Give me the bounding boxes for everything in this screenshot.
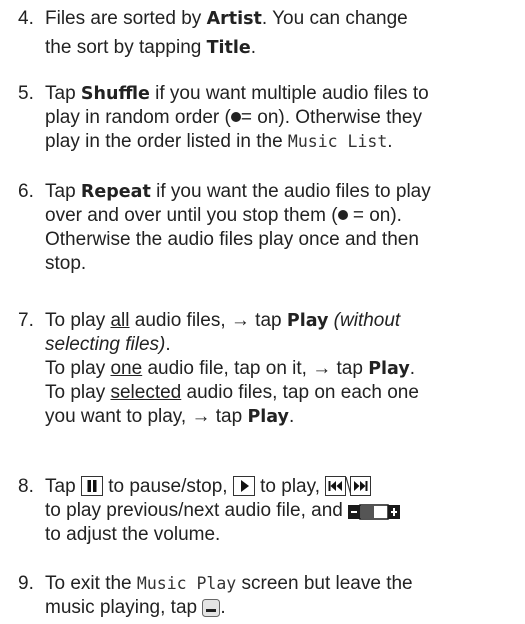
step-text: To play all audio files, → tap Play (wit… [45,310,419,427]
music-play-label: Music Play [136,574,237,593]
step-number: 7. [18,310,34,331]
step-text: To exit the Music Play screen but leave … [45,573,413,618]
step-number: 4. [18,8,34,29]
step-number: 5. [18,83,34,104]
step-number: 9. [18,573,34,594]
instruction-document: 4. Files are sorted by Artist. You can c… [0,0,525,624]
volume-slider-icon [348,504,401,520]
step-number: 8. [18,476,34,497]
step-text: Files are sorted by Artist. You can chan… [45,8,408,58]
radio-on-icon [230,112,241,122]
play-keyword: Play [247,407,289,427]
artist-keyword: Artist [206,9,262,29]
title-keyword: Title [206,38,251,58]
previous-next-icon [325,476,372,496]
radio-on-icon [337,210,348,220]
play-keyword: Play [368,359,410,379]
step-number: 6. [18,181,34,202]
play-keyword: Play [286,311,329,331]
step-text: Tap Shuffle if you want multiple audio f… [45,83,429,152]
selected-emphasis: selected [110,382,182,403]
repeat-keyword: Repeat [80,182,151,202]
play-icon [232,476,255,496]
pause-icon [80,476,103,496]
music-list-label: Music List [287,132,388,151]
all-emphasis: all [110,310,130,331]
one-emphasis: one [110,358,143,379]
shuffle-keyword: Shuffle [80,84,150,104]
step-text: Tap Repeat if you want the audio files t… [45,181,431,274]
step-text: Tap to pause/stop, to play, to play prev… [45,475,521,547]
minimize-icon [202,599,221,617]
